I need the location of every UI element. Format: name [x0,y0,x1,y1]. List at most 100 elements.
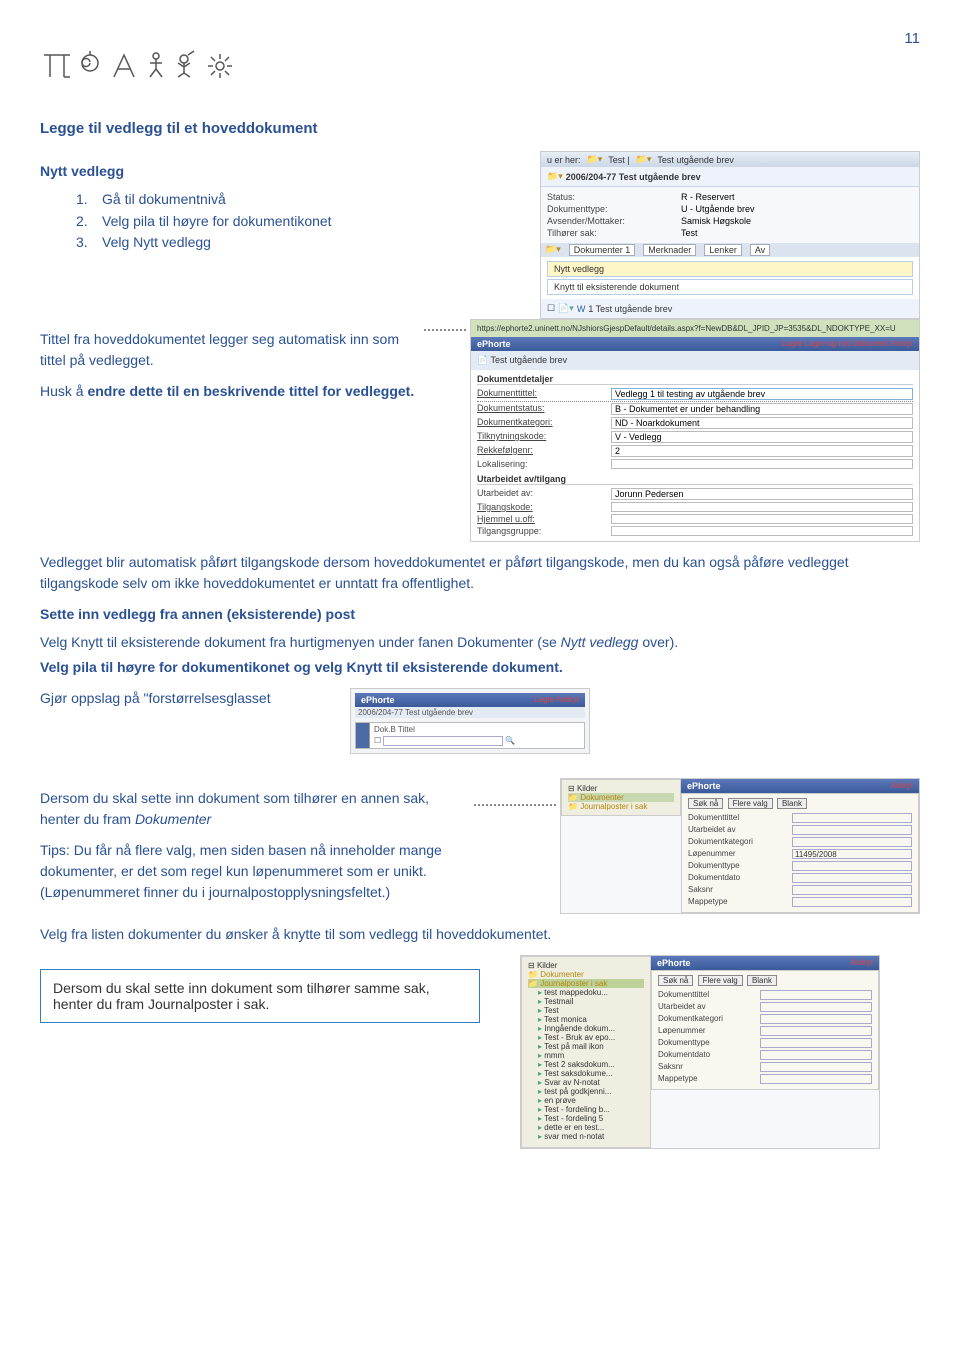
title-input[interactable]: Vedlegg 1 til testing av utgående brev [611,388,913,400]
field-value[interactable] [611,514,913,524]
toolbar-actions[interactable]: Lagre Lagre og nytt dokument Avbryt [782,339,913,349]
search-field-input[interactable] [760,1050,872,1060]
tree-list-item[interactable]: ▸ Test [528,1006,644,1015]
field-value[interactable]: 2 [611,445,913,457]
tree-list-item[interactable]: ▸ Test - fordeling 5 [528,1114,644,1123]
connector-dotted-line [474,804,556,806]
folder-icon: 📁▾ [547,171,563,182]
search-field-label: Dokumenttype [688,861,778,871]
tree-list-item[interactable]: ▸ Test - fordeling b... [528,1105,644,1114]
search-field-input[interactable] [760,1026,872,1036]
group-label: Dokumentdetaljer [477,374,553,384]
info-box-bottom: Dersom du skal sette inn dokument som ti… [40,969,480,1023]
field-label: Hjemmel u.off: [477,514,597,524]
search-field-input[interactable] [792,825,912,835]
step-text: Velg Nytt vedlegg [102,232,211,254]
word-icon: W [577,304,586,314]
sok-na-button[interactable]: Søk nå [688,798,723,809]
field-value: U - Utgående brev [681,204,755,214]
search-field-input[interactable] [760,1038,872,1048]
tab-lenker[interactable]: Lenker [704,244,742,256]
breadcrumb-prefix: u er her: [547,155,581,165]
ephorte-logo: ePhorte [687,781,721,791]
tree-item-journalposter-selected[interactable]: 📁 Journalposter i sak [528,979,644,988]
checkbox-icon[interactable]: ☐ [547,303,555,314]
tree-list-item[interactable]: ▸ Test på mail ikon [528,1042,644,1051]
tree-list-item[interactable]: ▸ Test monica [528,1015,644,1024]
tab-bar: 📁▾ Dokumenter 1 Merknader Lenker Av [541,243,919,257]
search-field-input[interactable] [792,885,912,895]
ephorte-logo: ePhorte [477,339,511,349]
subheading-nytt-vedlegg: Nytt vedlegg [40,163,530,179]
tree-item-dokumenter[interactable]: 📁 Dokumenter [528,970,644,979]
tree-list-item[interactable]: ▸ Inngående dokum... [528,1024,644,1033]
tree-list-item[interactable]: ▸ en prøve [528,1096,644,1105]
sub-line: 2006/204-77 Test utgående brev [355,707,585,718]
menu-nytt-vedlegg[interactable]: Nytt vedlegg [547,261,913,277]
tree-item-dokumenter[interactable]: 📁 Dokumenter [568,793,674,802]
search-field-label: Saksnr [658,1062,746,1072]
tree-list-item[interactable]: ▸ test på godkjenni... [528,1087,644,1096]
field-label: Tilknytningskode: [477,431,597,443]
folder-icon: 📁▾ [587,154,603,165]
blank-button[interactable]: Blank [777,798,807,809]
field-value[interactable]: Jorunn Pedersen [611,488,913,500]
search-field-input[interactable] [760,1002,872,1012]
search-field-label: Løpenummer [688,849,778,859]
avbryt-button[interactable]: Avbryt [890,781,913,791]
toolbar-actions[interactable]: Lagre Avbryt [534,695,579,705]
tab-dokumenter[interactable]: Dokumenter 1 [569,244,636,256]
blank-button[interactable]: Blank [747,975,777,986]
figure-breadcrumb-panel: u er her: 📁▾ Test | 📁▾ Test utgående bre… [540,151,920,319]
field-value[interactable] [611,526,913,536]
search-field-input[interactable] [792,873,912,883]
search-field-input[interactable] [792,837,912,847]
tree-list-item[interactable]: ▸ Testmail [528,997,644,1006]
figure-kilder-search: ⊟ Kilder 📁 Dokumenter 📁 Journalposter i … [560,778,920,914]
doc-title: 2006/204-77 Test utgående brev [566,172,701,182]
search-field-input[interactable] [792,861,912,871]
para-tilgangskode: Vedlegget blir automatisk påført tilgang… [40,552,920,594]
header-glyphs [40,49,920,90]
menu-knytt-eksisterende[interactable]: Knytt til eksisterende dokument [547,279,913,295]
search-field-label: Løpenummer [658,1026,746,1036]
search-field-input[interactable]: 11495/2008 [792,849,912,859]
breadcrumb-bar: u er her: 📁▾ Test | 📁▾ Test utgående bre… [541,152,919,167]
figure-kilder-journalposter: ⊟ Kilder 📁 Dokumenter 📁 Journalposter i … [520,955,880,1149]
field-value[interactable] [611,502,913,512]
section-title: Legge til vedlegg til et hoveddokument [40,120,920,137]
search-field-input[interactable] [792,813,912,823]
field-value[interactable]: V - Vedlegg [611,431,913,443]
search-field-input[interactable] [760,1062,872,1072]
tree-item-journalposter[interactable]: 📁 Journalposter i sak [568,802,674,811]
tree-list-item[interactable]: ▸ test mappedoku... [528,988,644,997]
field-value[interactable] [611,459,913,469]
tree-list-item[interactable]: ▸ mmm [528,1051,644,1060]
search-field-label: Dokumentkategori [658,1014,746,1024]
flere-valg-button[interactable]: Flere valg [698,975,743,986]
field-value[interactable]: B - Dokumentet er under behandling [611,403,913,415]
search-field-input[interactable] [760,990,872,1000]
field-label: Tilgangsgruppe: [477,526,597,536]
tree-list-item[interactable]: ▸ Test saksdokume... [528,1069,644,1078]
page-number: 11 [40,30,920,47]
avbryt-button[interactable]: Avbryt [850,958,873,968]
search-input[interactable] [383,736,503,746]
search-field-input[interactable] [760,1074,872,1084]
tree-list-item[interactable]: ▸ svar med n-notat [528,1132,644,1141]
field-value[interactable]: ND - Noarkdokument [611,417,913,429]
flere-valg-button[interactable]: Flere valg [728,798,773,809]
tab-merknader[interactable]: Merknader [643,244,696,256]
tree-list-item[interactable]: ▸ Svar av N-notat [528,1078,644,1087]
para-velg-listen: Velg fra listen dokumenter du ønsker å k… [40,924,920,945]
tree-list-item[interactable]: ▸ dette er en test... [528,1123,644,1132]
sok-na-button[interactable]: Søk nå [658,975,693,986]
tab-av[interactable]: Av [750,244,770,256]
search-field-input[interactable] [792,897,912,907]
tree-list-item[interactable]: ▸ Test - Bruk av epo... [528,1033,644,1042]
tree-list-item[interactable]: ▸ Test 2 saksdokum... [528,1060,644,1069]
search-field-label: Saksnr [688,885,778,895]
checkbox-icon[interactable]: ☐ [374,736,381,746]
search-icon[interactable]: 🔍 [505,736,515,746]
search-field-input[interactable] [760,1014,872,1024]
